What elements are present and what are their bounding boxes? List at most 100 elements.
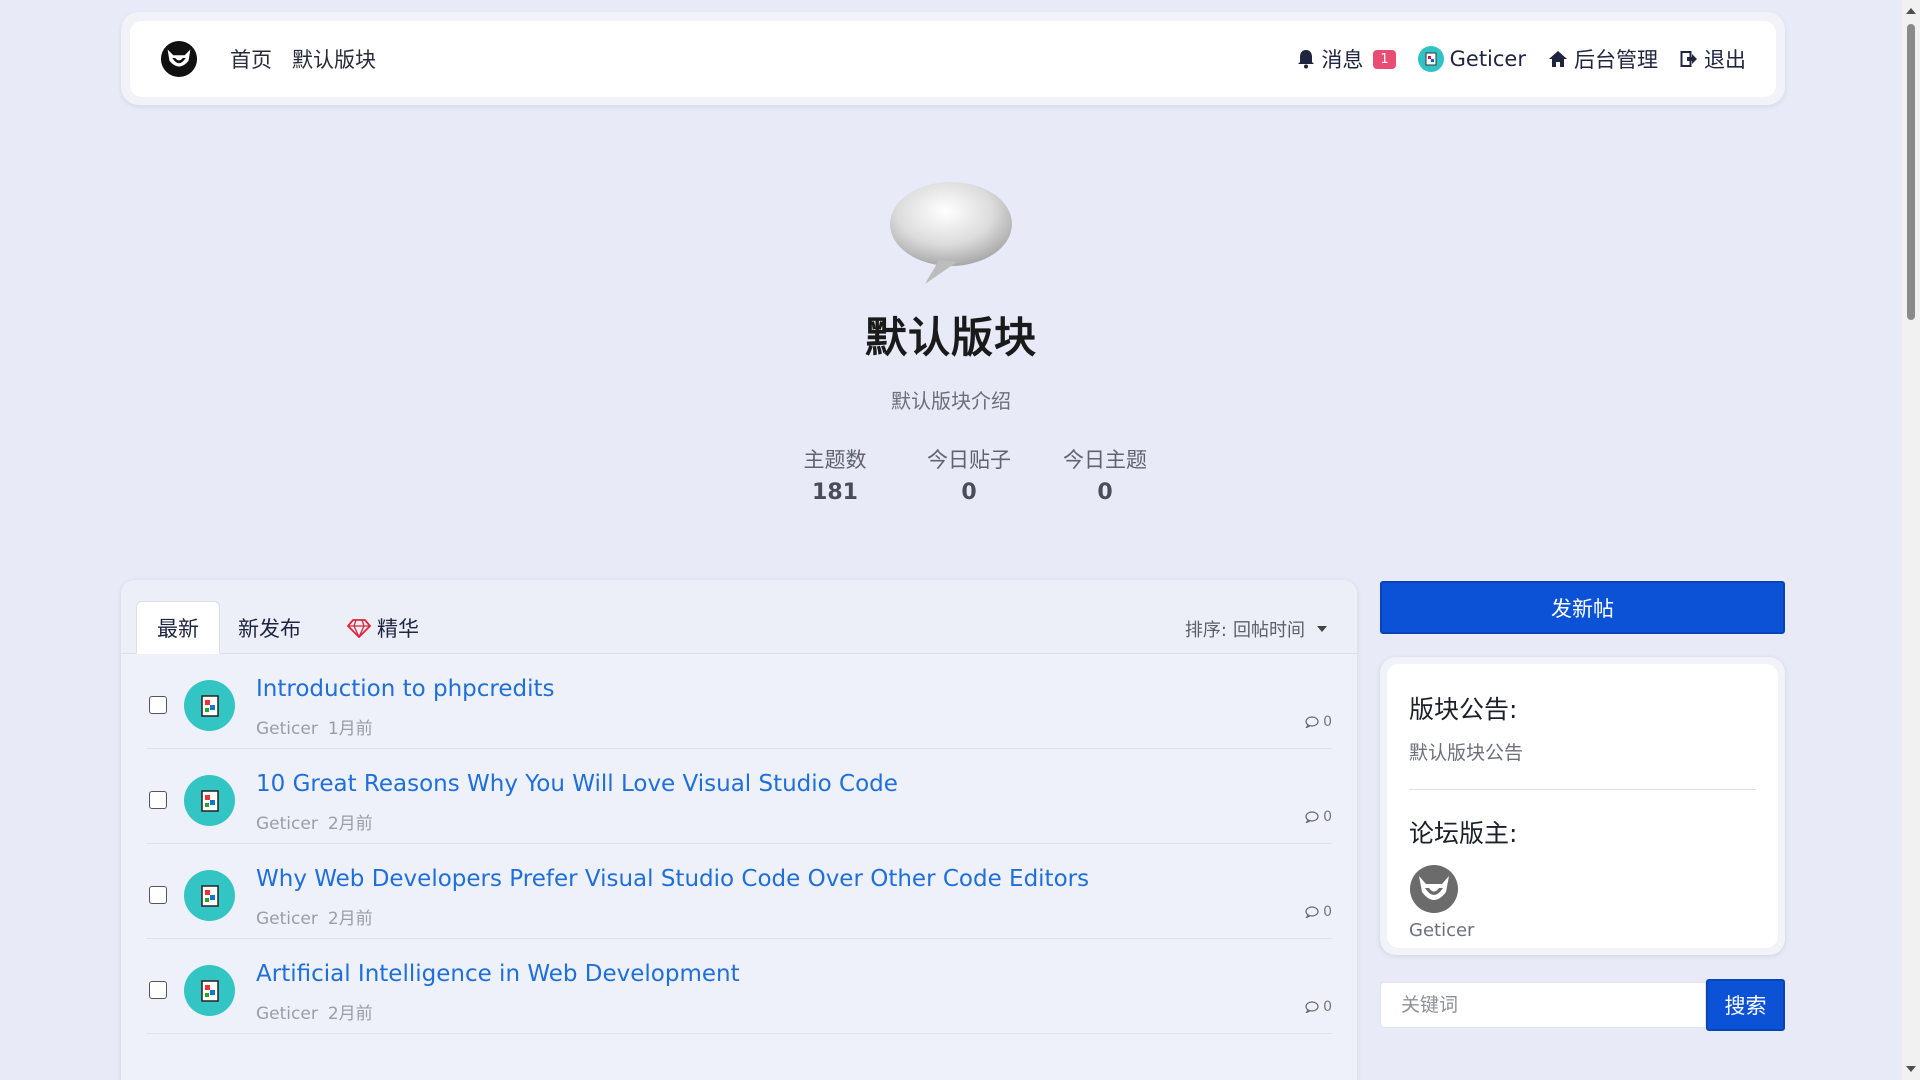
navbar-container: 首页 默认版块 消息 1 Geticer 后台管理 退出 (121, 12, 1785, 105)
forum-description: 默认版块介绍 (891, 389, 1011, 413)
forum-stats: 主题数 181 今日贴子 0 今日主题 0 (40, 444, 1902, 505)
thread-meta: Geticer 2月前 (256, 809, 373, 834)
divider (1409, 789, 1756, 790)
search-button[interactable]: 搜索 (1706, 979, 1785, 1031)
scroll-up-arrow-icon[interactable] (1906, 8, 1916, 14)
user-avatar-icon (1417, 46, 1444, 72)
forum-info-inner: 版块公告: 默认版块公告 论坛版主: Geticer (1387, 664, 1778, 948)
thread-checkbox[interactable] (149, 696, 167, 714)
stat-topics: 主题数 181 (795, 444, 875, 505)
thread-author[interactable]: Geticer (256, 909, 318, 929)
tab-new[interactable]: 新发布 (218, 601, 321, 654)
caret-down-icon (1317, 626, 1327, 632)
speech-bubble-icon (890, 182, 1012, 284)
reply-count: 0 (1305, 999, 1332, 1015)
thread-time: 2月前 (327, 909, 373, 929)
thread-tabs: 最新 新发布 精华 排序: 回帖时间 (121, 580, 1357, 654)
new-post-button[interactable]: 发新帖 (1380, 581, 1785, 634)
reply-count: 0 (1305, 809, 1332, 825)
scroll-thumb[interactable] (1907, 24, 1915, 320)
thread-row: Introduction to phpcredits Geticer 1月前 0 (146, 654, 1332, 749)
thread-panel: 最新 新发布 精华 排序: 回帖时间 Introduction to phpcr… (121, 580, 1357, 1080)
thread-time: 1月前 (327, 719, 373, 739)
navbar: 首页 默认版块 消息 1 Geticer 后台管理 退出 (130, 21, 1776, 97)
stat-today-posts: 今日贴子 0 (927, 444, 1011, 505)
author-avatar[interactable] (184, 775, 235, 826)
username: Geticer (1449, 47, 1526, 71)
nav-right: 消息 1 Geticer 后台管理 退出 (1297, 44, 1746, 74)
logout-icon (1680, 51, 1697, 67)
sort-dropdown[interactable]: 排序: 回帖时间 (1185, 616, 1327, 642)
thread-checkbox[interactable] (149, 791, 167, 809)
avatar-icon (200, 789, 219, 812)
avatar-icon (200, 694, 219, 717)
thread-author[interactable]: Geticer (256, 719, 318, 739)
diamond-icon (347, 618, 371, 638)
user-menu[interactable]: Geticer (1417, 46, 1526, 72)
reply-count: 0 (1305, 904, 1332, 920)
stat-label: 主题数 (803, 448, 867, 472)
stat-today-topics: 今日主题 0 (1063, 444, 1147, 505)
tab-latest[interactable]: 最新 (136, 601, 220, 654)
logout-label: 退出 (1704, 48, 1746, 72)
page: 首页 默认版块 消息 1 Geticer 后台管理 退出 默认版块 默认版块介绍… (0, 0, 1902, 1080)
logout-link[interactable]: 退出 (1680, 44, 1746, 74)
announcement-text: 默认版块公告 (1409, 742, 1524, 764)
tab-featured[interactable]: 精华 (327, 601, 439, 654)
messages-link[interactable]: 消息 1 (1297, 44, 1396, 74)
reply-count-value: 0 (1323, 999, 1332, 1015)
thread-time: 2月前 (327, 1004, 373, 1024)
tab-label: 新发布 (238, 616, 301, 641)
comment-icon (1305, 1001, 1319, 1013)
scroll-down-arrow-icon[interactable] (1906, 1066, 1916, 1072)
site-logo-icon[interactable] (160, 40, 198, 78)
comment-icon (1305, 811, 1319, 823)
thread-checkbox[interactable] (149, 981, 167, 999)
comment-icon (1305, 906, 1319, 918)
admin-link[interactable]: 后台管理 (1548, 44, 1658, 74)
stat-value: 0 (1097, 480, 1113, 505)
nav-link-default-forum[interactable]: 默认版块 (292, 44, 376, 74)
home-icon (1549, 51, 1567, 67)
stat-label: 今日主题 (1063, 448, 1147, 472)
avatar-icon (200, 884, 219, 907)
stat-value: 181 (812, 480, 858, 505)
thread-title-link[interactable]: Artificial Intelligence in Web Developme… (256, 961, 740, 987)
messages-badge: 1 (1373, 49, 1396, 69)
author-avatar[interactable] (184, 870, 235, 921)
moderator-avatar-icon[interactable] (1409, 864, 1459, 914)
search-input[interactable] (1380, 982, 1706, 1028)
forum-title: 默认版块 (864, 313, 1037, 362)
forum-info-card: 版块公告: 默认版块公告 论坛版主: Geticer (1380, 657, 1785, 955)
forum-header: 默认版块 默认版块介绍 主题数 181 今日贴子 0 今日主题 0 (0, 180, 1902, 505)
thread-author[interactable]: Geticer (256, 1004, 318, 1024)
author-avatar[interactable] (184, 965, 235, 1016)
reply-count-value: 0 (1323, 904, 1332, 920)
comment-icon (1305, 716, 1319, 728)
reply-count: 0 (1305, 714, 1332, 730)
tab-label: 精华 (377, 616, 419, 641)
messages-label: 消息 (1321, 48, 1364, 72)
search-form: 搜索 (1380, 979, 1785, 1031)
stat-label: 今日贴子 (927, 448, 1011, 472)
thread-meta: Geticer 1月前 (256, 714, 373, 739)
thread-title-link[interactable]: 10 Great Reasons Why You Will Love Visua… (256, 771, 898, 797)
thread-meta: Geticer 2月前 (256, 999, 373, 1024)
thread-row: 10 Great Reasons Why You Will Love Visua… (146, 749, 1332, 844)
stat-value: 0 (961, 480, 977, 505)
thread-title-link[interactable]: Introduction to phpcredits (256, 676, 555, 702)
sort-label: 排序: (1184, 620, 1227, 641)
avatar-icon (200, 979, 219, 1002)
thread-checkbox[interactable] (149, 886, 167, 904)
reply-count-value: 0 (1323, 809, 1332, 825)
thread-list: Introduction to phpcredits Geticer 1月前 0 … (146, 654, 1332, 1034)
moderator-heading: 论坛版主: (1409, 819, 1518, 848)
author-avatar[interactable] (184, 680, 235, 731)
thread-author[interactable]: Geticer (256, 814, 318, 834)
moderator-name[interactable]: Geticer (1409, 920, 1756, 941)
bell-icon (1298, 50, 1315, 69)
nav-link-home[interactable]: 首页 (230, 44, 272, 74)
vertical-scrollbar[interactable] (1902, 0, 1920, 1080)
thread-time: 2月前 (327, 814, 373, 834)
thread-title-link[interactable]: Why Web Developers Prefer Visual Studio … (256, 866, 1089, 892)
